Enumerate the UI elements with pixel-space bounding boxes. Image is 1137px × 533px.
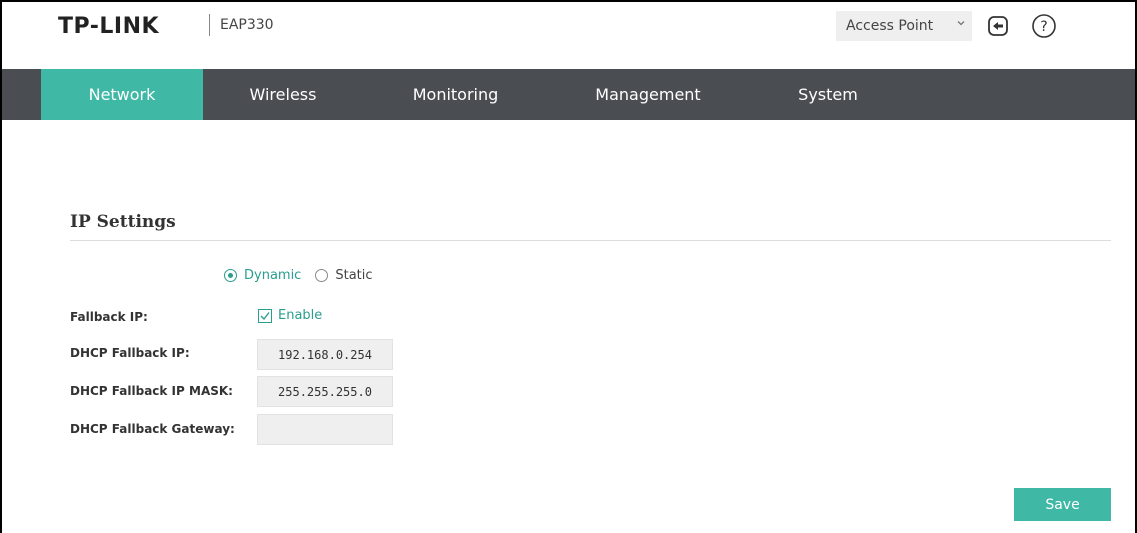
fallback-ip-label: Fallback IP: xyxy=(70,310,148,324)
mode-select-value: Access Point xyxy=(846,18,934,34)
tp-link-logo: TP-LINK xyxy=(58,14,160,39)
radio-dynamic[interactable]: Dynamic xyxy=(224,268,301,283)
tab-system[interactable]: System xyxy=(748,69,908,120)
radio-static-label: Static xyxy=(335,268,373,283)
tab-management[interactable]: Management xyxy=(548,69,748,120)
tab-network[interactable]: Network xyxy=(41,69,203,120)
tab-wireless[interactable]: Wireless xyxy=(203,69,363,120)
logo-divider xyxy=(209,14,210,36)
radio-dynamic-label: Dynamic xyxy=(244,268,302,283)
fallback-ip-enable-label: Enable xyxy=(278,308,323,323)
logout-icon[interactable] xyxy=(985,13,1011,39)
chevron-down-icon xyxy=(956,18,966,31)
dhcp-fallback-gateway-field[interactable] xyxy=(257,414,393,445)
model-name: EAP330 xyxy=(220,17,274,33)
svg-text:?: ? xyxy=(1040,19,1047,35)
mode-select[interactable]: Access Point xyxy=(836,11,972,41)
dhcp-fallback-gateway-label: DHCP Fallback Gateway: xyxy=(70,422,235,436)
save-button[interactable]: Save xyxy=(1014,488,1111,521)
checkmark-icon xyxy=(258,308,272,323)
help-icon[interactable]: ? xyxy=(1031,13,1057,39)
dhcp-fallback-mask-field[interactable]: 255.255.255.0 xyxy=(257,376,393,407)
fallback-ip-enable-checkbox[interactable]: Enable xyxy=(258,308,322,323)
radio-static[interactable]: Static xyxy=(315,268,373,283)
dhcp-fallback-ip-label: DHCP Fallback IP: xyxy=(70,346,190,360)
dhcp-fallback-mask-label: DHCP Fallback IP MASK: xyxy=(70,384,233,398)
section-title: IP Settings xyxy=(70,212,176,232)
radio-unselected-icon xyxy=(315,269,329,282)
tab-monitoring[interactable]: Monitoring xyxy=(363,69,548,120)
ip-mode-radio-group: Dynamic Static xyxy=(224,268,387,283)
radio-selected-icon xyxy=(224,269,237,282)
dhcp-fallback-ip-field[interactable]: 192.168.0.254 xyxy=(257,339,393,370)
section-divider xyxy=(70,240,1111,241)
